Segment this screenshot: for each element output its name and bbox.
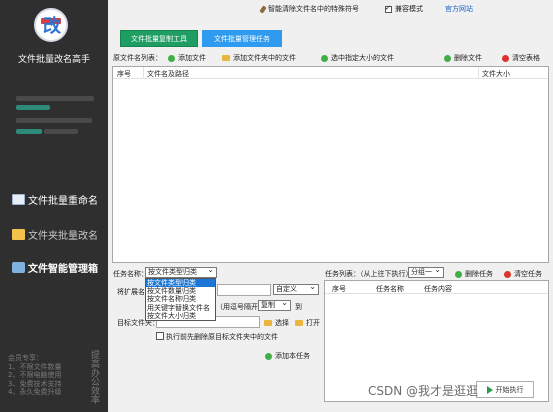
official-site-link[interactable]: 官方网站	[445, 4, 473, 14]
choose-folder-label: 选择	[275, 319, 289, 327]
delete-file-label: 删除文件	[454, 54, 482, 62]
select-by-size-label: 选中指定大小的文件	[331, 54, 394, 62]
add-folder-files-label: 添加文件夹中的文件	[233, 54, 296, 62]
open-folder-button[interactable]: 打开	[295, 318, 320, 328]
blurred-info-line	[16, 118, 92, 123]
add-icon	[265, 352, 272, 360]
file-list-table[interactable]: 序号 文件名及路径 文件大小	[112, 66, 549, 263]
sidebar: 改 文件批量改名高手 文件批量重命名 文件夹批量改名 文件智能管理箱 会员专享：…	[0, 0, 108, 412]
add-folder-files-button[interactable]: 添加文件夹中的文件	[222, 53, 296, 63]
member-note: 3、免费技术支持	[8, 379, 62, 388]
member-note: 4、永久免费升级	[8, 388, 62, 396]
clear-task-label: 清空任务	[514, 270, 542, 278]
blurred-info-line	[44, 129, 78, 134]
delete-file-button[interactable]: 删除文件	[444, 53, 482, 63]
toolbox-icon	[12, 261, 25, 273]
task-list-label: 任务列表：（从上往下执行）	[325, 270, 413, 278]
blurred-info-line	[16, 105, 50, 110]
member-note: 1、不限文件数量	[8, 362, 62, 371]
action-select[interactable]: 复制	[258, 298, 291, 311]
sidebar-item-label: 文件夹批量改名	[28, 230, 98, 242]
group-select[interactable]: 分组一	[408, 265, 444, 278]
clear-icon	[502, 54, 509, 62]
sidebar-item-label: 文件批量重命名	[28, 195, 98, 207]
delete-existing-label: 执行前先删除原目标文件夹中的文件	[166, 333, 278, 341]
member-benefits: 会员专享： 1、不限文件数量 2、不限电脑使用 3、免费技术支持 4、永久免费升…	[8, 354, 61, 397]
logo-glyph: 改	[43, 16, 61, 37]
clear-table-label: 清空表格	[512, 54, 540, 62]
column-header-task-content: 任务内容	[424, 285, 452, 293]
compat-mode-checkbox[interactable]: 兼容模式	[385, 4, 423, 14]
delete-icon	[455, 270, 462, 278]
top-bar: 智能清除文件名中的特殊符号 兼容模式 官方网站	[108, 0, 553, 18]
blurred-info-line	[16, 129, 42, 134]
add-task-button[interactable]: 添加本任务	[265, 351, 310, 361]
watermark: CSDN @我才是逛逛	[368, 384, 479, 398]
brush-icon	[259, 4, 267, 14]
official-site-label: 官方网站	[445, 5, 473, 13]
add-task-label: 添加本任务	[275, 352, 310, 360]
blurred-info-line	[16, 96, 94, 101]
task-name-label: 任务名称：	[113, 270, 148, 278]
clean-special-chars-link[interactable]: 智能清除文件名中的特殊符号	[259, 4, 359, 14]
document-icon	[12, 193, 25, 205]
custom-select[interactable]: 自定义	[273, 282, 319, 295]
column-header-index: 序号	[117, 70, 131, 78]
add-file-button[interactable]: 添加文件	[168, 53, 206, 63]
dropdown-option[interactable]: 按文件名称归类	[146, 295, 215, 303]
tab-copy-tool[interactable]: 文件批量复制工具	[120, 30, 198, 47]
clear-table-button[interactable]: 清空表格	[502, 53, 540, 63]
select-icon	[321, 54, 328, 62]
start-execute-button[interactable]: 开始执行	[476, 381, 534, 398]
folder-icon	[12, 228, 25, 240]
folder-open-icon	[295, 320, 303, 326]
dropdown-option[interactable]: 用关键字替换文件名	[146, 304, 215, 312]
member-note: 会员专享：	[8, 354, 43, 362]
column-header-path: 文件名及路径	[147, 70, 189, 78]
task-name-select[interactable]: 按文件类型归类	[145, 265, 217, 278]
sidebar-item-smart-manager[interactable]: 文件智能管理箱	[12, 257, 98, 277]
extension-input[interactable]	[217, 284, 271, 296]
task-list-header: 序号 任务名称 任务内容	[325, 281, 548, 294]
extension-label: 将扩展名	[117, 288, 145, 296]
filelist-toolbar: 原文件名列表： 添加文件 添加文件夹中的文件 选中指定大小的文件 删除文件 清空…	[113, 53, 549, 65]
sidebar-item-label: 文件智能管理箱	[28, 263, 98, 275]
folder-icon	[264, 320, 272, 326]
sidebar-item-folder-rename[interactable]: 文件夹批量改名	[12, 224, 98, 244]
column-divider	[478, 67, 479, 79]
select-by-size-button[interactable]: 选中指定大小的文件	[321, 53, 394, 63]
app-name: 文件批量改名高手	[17, 55, 90, 65]
sidebar-item-batch-rename[interactable]: 文件批量重命名	[12, 189, 98, 209]
task-name-dropdown[interactable]: 按文件类型归类 按文件数量归类 按文件名称归类 用关键字替换文件名 按文件大小归…	[145, 278, 216, 321]
column-divider	[143, 67, 144, 79]
dropdown-option[interactable]: 按文件大小归类	[146, 312, 215, 320]
slogan-vertical: 提高办公效率	[89, 350, 99, 404]
column-header-task-name: 任务名称	[376, 285, 404, 293]
folder-icon	[222, 55, 230, 61]
clear-icon	[504, 270, 511, 278]
delete-existing-checkbox[interactable]	[156, 332, 164, 340]
choose-folder-button[interactable]: 选择	[264, 318, 289, 328]
compat-mode-label: 兼容模式	[395, 5, 423, 13]
play-icon	[486, 385, 493, 394]
column-header-index: 序号	[332, 285, 346, 293]
dropdown-option[interactable]: 按文件类型归类	[146, 279, 215, 288]
open-folder-label: 打开	[306, 319, 320, 327]
start-execute-label: 开始执行	[495, 385, 524, 394]
member-note: 2、不限电脑使用	[8, 371, 62, 379]
to-label: 到	[295, 303, 302, 311]
add-icon	[168, 54, 175, 62]
checkbox-checked-icon	[385, 4, 392, 13]
tab-manage-task[interactable]: 文件批量管理任务	[202, 30, 282, 47]
add-file-label: 添加文件	[178, 54, 206, 62]
column-header-size: 文件大小	[482, 70, 510, 78]
delete-task-button[interactable]: 删除任务	[455, 269, 493, 279]
file-list-header: 序号 文件名及路径 文件大小	[113, 67, 548, 79]
clear-task-button[interactable]: 清空任务	[504, 269, 542, 279]
delete-task-label: 删除任务	[465, 270, 493, 278]
filelist-label: 原文件名列表：	[113, 54, 162, 62]
app-logo: 改	[34, 8, 68, 42]
clean-special-chars-label: 智能清除文件名中的特殊符号	[268, 5, 359, 13]
delete-icon	[444, 54, 451, 62]
